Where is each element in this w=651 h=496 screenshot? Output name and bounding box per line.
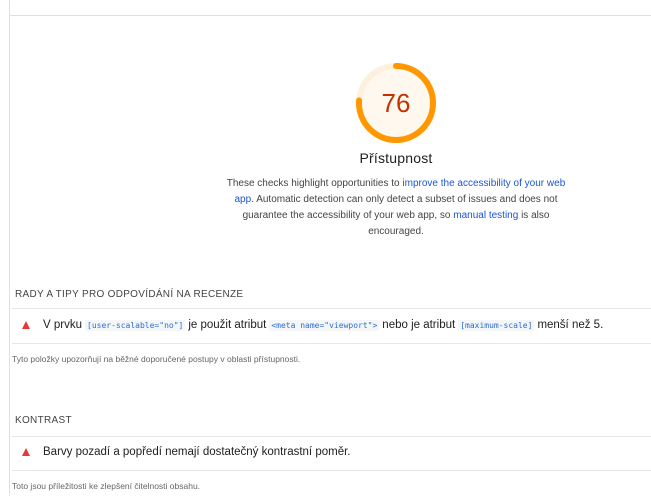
top-divider [9,15,651,16]
audit-code: [maximum-scale] [458,319,535,331]
score-gauge[interactable]: 76 [355,62,437,144]
category-title: Přístupnost [359,150,433,166]
group-heading-best-practices: RADY A TIPY PRO ODPOVÍDÁNÍ NA RECENZE [15,289,244,300]
audit-text: je použit atribut [188,319,267,331]
audit-item-color-contrast[interactable]: Barvy pozadí a popředí nemají dostatečný… [22,446,647,458]
group-heading-contrast: KONTRAST [15,415,72,426]
manual-testing-link[interactable]: manual testing [453,210,518,221]
category-description: These checks highlight opportunities to … [224,176,568,240]
audit-text: Barvy pozadí a popředí nemají dostatečný… [43,446,351,458]
audit-text: nebo je atribut [382,319,456,331]
audit-item-meta-viewport[interactable]: V prvku [user-scalable="no"] je použit a… [22,319,647,331]
description-text: These checks highlight opportunities to [226,178,403,189]
audit-code: [user-scalable="no"] [85,319,186,331]
group-note: Tyto položky upozorňují na běžné doporuč… [12,354,301,364]
group-note: Toto jsou příležitosti ke zlepšení čitel… [12,481,201,491]
score-value: 76 [381,88,411,118]
left-border [9,0,10,496]
audit-code: <meta name="viewport"> [269,319,380,331]
warning-triangle-icon [22,448,30,456]
divider [12,470,651,471]
audit-text: menší než 5. [537,319,604,331]
warning-triangle-icon [22,321,30,329]
divider [12,308,651,309]
divider [12,436,651,437]
divider [12,343,651,344]
audit-text: V prvku [43,319,82,331]
